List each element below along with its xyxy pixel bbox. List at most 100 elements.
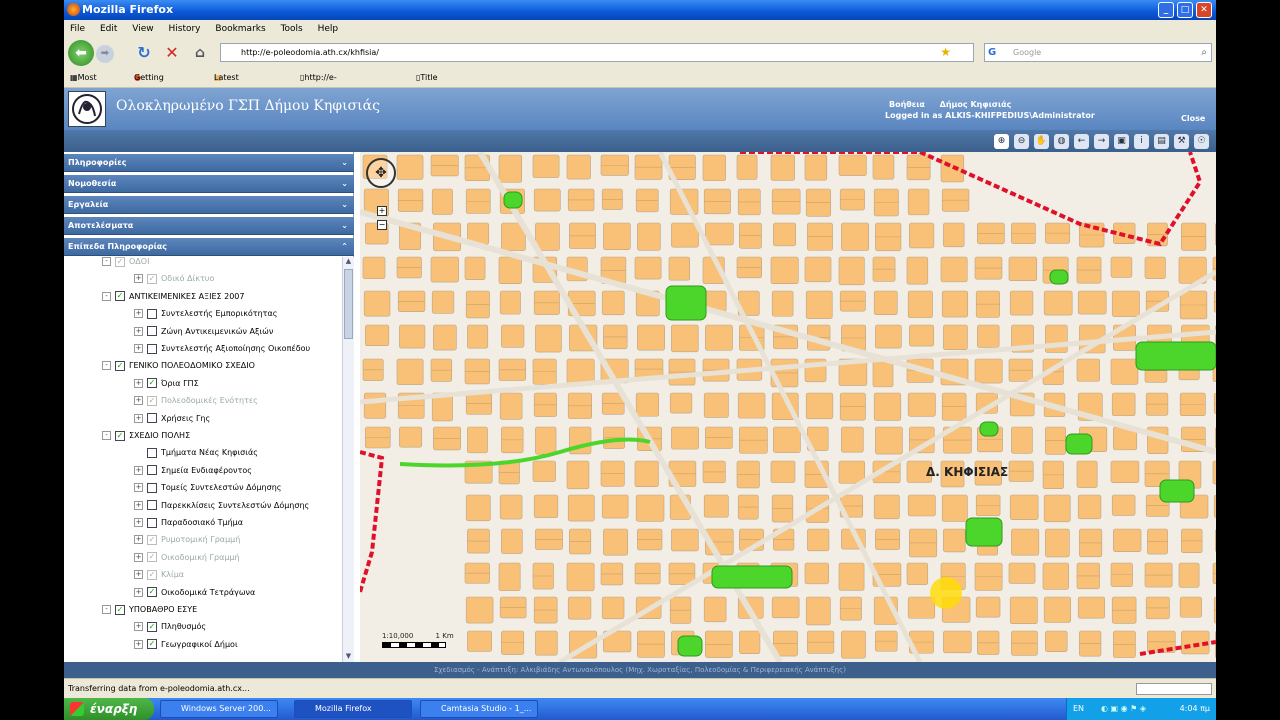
layer-checkbox[interactable]: ✓ (115, 291, 125, 302)
layer-tree-item[interactable]: - ✓ ΓΕΝΙΚΟ ΠΟΛΕΟΔΟΜΙΚΟ ΣΧΕΔΙΟ (102, 359, 255, 373)
zoom-out-button[interactable]: − (377, 220, 387, 230)
expand-icon[interactable]: + (134, 326, 143, 336)
layer-tree-item[interactable]: - ✓ ΣΧΕΔΙΟ ΠΟΛΗΣ (102, 429, 190, 443)
layer-checkbox[interactable]: ✓ (147, 569, 157, 580)
menu-history[interactable]: History (168, 20, 200, 38)
expand-icon[interactable]: + (134, 465, 143, 475)
start-button[interactable]: έναρξη (64, 698, 154, 720)
layer-checkbox[interactable]: ✓ (115, 257, 125, 267)
collapse-icon[interactable]: - (102, 361, 111, 371)
expand-icon[interactable]: + (134, 552, 143, 562)
bookmark-most-visited[interactable]: ▦ Most Visited (70, 68, 105, 102)
pan-compass-icon[interactable]: ✥ (366, 158, 396, 188)
next-extent-icon[interactable]: → (1094, 134, 1109, 149)
layer-tree-item[interactable]: + Παραδοσιακό Τμήμα (134, 516, 243, 530)
layer-tree-item[interactable]: - ✓ ΟΔΟΙ (102, 257, 149, 269)
layer-checkbox[interactable]: ✓ (147, 378, 157, 389)
layer-tree-item[interactable]: + ✓ Πληθυσμός (134, 620, 206, 634)
expand-icon[interactable]: + (134, 396, 143, 406)
panel-info[interactable]: Πληροφορίες ⌄ (64, 154, 354, 172)
layer-tree-item[interactable]: + Τομείς Συντελεστών Δόμησης (134, 481, 281, 495)
layer-tree-item[interactable]: + Χρήσεις Γης (134, 412, 210, 426)
menu-bookmarks[interactable]: Bookmarks (215, 20, 265, 38)
layer-tree-item[interactable]: Τμήματα Νέας Κηφισιάς (134, 446, 258, 460)
expand-icon[interactable]: + (134, 639, 143, 649)
scroll-thumb[interactable] (344, 269, 353, 339)
layer-checkbox[interactable] (147, 326, 157, 337)
expand-icon[interactable]: + (134, 518, 143, 527)
expand-icon[interactable]: + (134, 274, 143, 284)
municipality-link[interactable]: Δήμος Κηφισιάς (940, 100, 1012, 109)
bookmark-star-icon[interactable]: ★ (940, 44, 951, 61)
expand-icon[interactable]: + (134, 500, 143, 510)
layer-tree-item[interactable]: + Συντελεστής Αξιοποίησης Οικοπέδου (134, 342, 310, 356)
reload-icon[interactable]: ↻ (134, 43, 154, 63)
layer-tree-item[interactable]: + ✓ Οικοδομική Γραμμή (134, 551, 240, 565)
menu-view[interactable]: View (132, 20, 153, 38)
map-view[interactable]: ✥ + − Δ. ΚΗΦΙΣΙΑΣ 1:10,000 1 Km (360, 152, 1216, 662)
layer-tree-item[interactable]: + ✓ Οικοδομικά Τετράγωνα (134, 586, 255, 600)
layer-checkbox[interactable] (147, 500, 157, 511)
expand-icon[interactable]: + (134, 587, 143, 597)
previous-extent-icon[interactable]: ← (1074, 134, 1089, 149)
search-input[interactable]: G Google ⌕ (984, 43, 1212, 62)
layer-checkbox[interactable] (147, 465, 157, 476)
google-icon[interactable]: G (988, 44, 996, 61)
layer-checkbox[interactable]: ✓ (115, 430, 125, 441)
search-icon[interactable]: ⌕ (1201, 44, 1207, 61)
layer-checkbox[interactable]: ✓ (147, 273, 157, 284)
task-firefox[interactable]: Mozilla Firefox (294, 700, 412, 718)
layer-tree-item[interactable]: - ✓ ΑΝΤΙΚΕΙΜΕΝΙΚΕΣ ΑΞΙΕΣ 2007 (102, 290, 244, 304)
layer-checkbox[interactable] (147, 308, 157, 319)
layer-tree-item[interactable]: + ✓ Οδικό Δίκτυο (134, 272, 214, 286)
bookmark-title-clips[interactable]: ▯ Title Clips in Camtasia (416, 68, 458, 122)
bookmark-e-poleodomia[interactable]: ▯ http://e-poleodomia.a... (300, 68, 366, 102)
print-icon[interactable]: ▤ (1154, 134, 1169, 149)
expand-icon[interactable]: + (134, 535, 143, 545)
menu-file[interactable]: File (70, 20, 85, 38)
back-button[interactable]: ⬅ (68, 40, 94, 66)
expand-icon[interactable]: + (134, 622, 143, 632)
menu-tools[interactable]: Tools (281, 20, 303, 38)
scroll-down-icon[interactable]: ▼ (344, 652, 353, 662)
layer-tree-item[interactable]: - ✓ ΥΠΟΒΑΘΡΟ ΕΣΥΕ (102, 603, 197, 617)
layer-tree-item[interactable]: + ✓ Πολεοδομικές Ενότητες (134, 394, 258, 408)
menu-help[interactable]: Help (318, 20, 339, 38)
info-icon[interactable]: i (1134, 134, 1149, 149)
panel-tools[interactable]: Εργαλεία ⌄ (64, 196, 354, 214)
globe-icon[interactable]: ◍ (1054, 134, 1069, 149)
identify-icon[interactable]: ☉ (1194, 134, 1209, 149)
layer-tree-item[interactable]: + Σημεία Ενδιαφέροντος (134, 464, 252, 478)
menu-edit[interactable]: Edit (100, 20, 117, 38)
expand-icon[interactable]: + (134, 378, 143, 388)
language-indicator[interactable]: EN (1073, 698, 1084, 720)
pan-hand-icon[interactable]: ✋ (1034, 134, 1049, 149)
home-icon[interactable]: ⌂ (190, 43, 210, 63)
select-icon[interactable]: ▣ (1114, 134, 1129, 149)
panel-layers[interactable]: Επίπεδα Πληροφορίας ⌃ (64, 238, 354, 256)
expand-icon[interactable]: + (134, 413, 143, 423)
task-camtasia[interactable]: Camtasia Studio - 1_... (420, 700, 538, 718)
tray-icons[interactable]: ◐ ▣ ◉ ⚑ ◈ (1101, 698, 1146, 720)
url-bar[interactable]: http://e-poleodomia.ath.cx/khfisia/ ★ (220, 43, 974, 62)
close-link[interactable]: Close (1181, 114, 1205, 123)
layer-tree-item[interactable]: + ✓ Γεωγραφικοί Δήμοι (134, 638, 238, 652)
zoom-in-tool-icon[interactable]: ⊕ (994, 134, 1009, 149)
layer-tree-item[interactable]: + ✓ Ρυμοτομική Γραμμή (134, 533, 240, 547)
map-canvas[interactable] (360, 152, 1216, 662)
panel-results[interactable]: Αποτελέσματα ⌄ (64, 217, 354, 235)
minimize-button[interactable]: _ (1158, 2, 1174, 18)
layer-checkbox[interactable] (147, 517, 157, 528)
collapse-icon[interactable]: - (102, 605, 111, 614)
layer-checkbox[interactable]: ✓ (115, 604, 125, 615)
stop-icon[interactable]: ✕ (162, 43, 182, 63)
expand-icon[interactable]: + (134, 570, 143, 580)
zoom-in-button[interactable]: + (377, 206, 387, 216)
maximize-button[interactable]: □ (1177, 2, 1193, 18)
task-windows-server[interactable]: Windows Server 200... (160, 700, 278, 718)
panel-legislation[interactable]: Νομοθεσία ⌄ (64, 175, 354, 193)
layer-checkbox[interactable]: ✓ (147, 552, 157, 563)
layer-checkbox[interactable]: ✓ (147, 621, 157, 632)
zoom-out-tool-icon[interactable]: ⊖ (1014, 134, 1029, 149)
layer-tree-item[interactable]: + Παρεκκλίσεις Συντελεστών Δόμησης (134, 499, 309, 513)
